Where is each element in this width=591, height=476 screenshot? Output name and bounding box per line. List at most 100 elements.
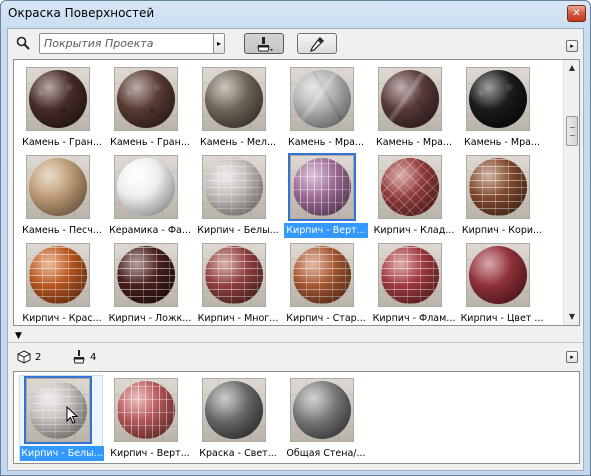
material-tile[interactable]: Камень - Гран... <box>108 67 192 151</box>
material-tile[interactable]: Кирпич - Цвет ... <box>460 243 544 327</box>
preview-border <box>114 155 178 219</box>
cube-icon <box>17 350 31 364</box>
material-label: Камень - Песч... <box>22 225 102 236</box>
material-preview <box>114 67 178 131</box>
scroll-down-arrow[interactable]: ▼ <box>564 309 580 325</box>
material-preview <box>202 378 266 442</box>
scroll-thumb[interactable] <box>566 116 578 146</box>
material-tile[interactable]: Кирпич - Белы... <box>196 155 280 239</box>
toolbar: Покрытия Проекта ▸ ▸ <box>8 29 583 59</box>
preview-border <box>26 243 90 307</box>
scroll-up-arrow[interactable]: ▲ <box>564 60 580 76</box>
material-label: Общая Стена/... <box>286 448 366 459</box>
material-preview <box>26 67 90 131</box>
preview-border <box>290 155 354 219</box>
preview-border <box>378 243 442 307</box>
search-dropdown-button[interactable]: ▸ <box>213 33 225 54</box>
material-label: Камень - Гран... <box>110 137 190 148</box>
material-tile[interactable]: Кирпич - Мног... <box>196 243 280 327</box>
title-bar[interactable]: Окраска Поверхностей ✕ <box>1 1 590 28</box>
material-preview <box>202 155 266 219</box>
material-preview <box>290 243 354 307</box>
material-tile[interactable]: Кирпич - Ложк... <box>108 243 192 327</box>
paint-brush-button[interactable] <box>244 33 284 54</box>
preview-border <box>290 67 354 131</box>
eyedropper-icon <box>310 36 324 52</box>
material-tile[interactable]: Кирпич - Флам... <box>372 243 456 327</box>
material-tile[interactable]: Кирпич - Крас... <box>20 243 104 327</box>
material-preview <box>378 155 442 219</box>
object-count-value: 2 <box>35 351 42 363</box>
material-preview <box>114 378 178 442</box>
project-material-tile[interactable]: Кирпич - Верт... <box>108 378 192 462</box>
material-preview <box>114 155 178 219</box>
material-tile[interactable]: Камень - Мел... <box>196 67 280 151</box>
material-label: Камень - Гран... <box>22 137 102 148</box>
material-preview <box>290 378 354 442</box>
object-count: 2 <box>17 350 41 364</box>
preview-border <box>202 243 266 307</box>
material-preview <box>466 243 530 307</box>
project-material-tile[interactable]: Краска - Свет... <box>196 378 280 462</box>
material-tile[interactable]: Кирпич - Клад... <box>372 155 456 239</box>
divider <box>8 342 583 343</box>
material-tile[interactable]: Керамика - Фа... <box>108 155 192 239</box>
material-preview <box>26 243 90 307</box>
eyedropper-button[interactable] <box>297 33 337 54</box>
material-label: Керамика - Фа... <box>109 225 191 236</box>
preview-border <box>466 67 530 131</box>
preview-border <box>26 155 90 219</box>
material-preview <box>202 67 266 131</box>
project-material-tile[interactable]: Кирпич - Белы... <box>20 376 104 462</box>
material-label: Кирпич - Верт... <box>284 223 368 238</box>
material-label: Кирпич - Белы... <box>197 225 279 236</box>
close-button[interactable]: ✕ <box>567 5 586 22</box>
vertical-scrollbar[interactable]: ▲ ▼ <box>563 60 579 325</box>
material-tile[interactable]: Камень - Мра... <box>284 67 368 151</box>
search-input[interactable]: Покрытия Проекта <box>39 33 215 54</box>
preview-border <box>202 155 266 219</box>
material-preview <box>378 67 442 131</box>
material-label: Камень - Мра... <box>464 137 540 148</box>
material-tile[interactable]: Кирпич - Стар... <box>284 243 368 327</box>
material-preview <box>466 155 530 219</box>
materials-grid-panel: Камень - Гран... Камень - Гран... Камень -… <box>13 59 580 326</box>
material-label: Кирпич - Стар... <box>286 313 366 324</box>
materials-grid: Камень - Гран... Камень - Гран... Камень -… <box>14 60 564 325</box>
material-tile[interactable]: Камень - Мра... <box>372 67 456 151</box>
material-label: Краска - Свет... <box>199 448 277 459</box>
material-tile[interactable]: Камень - Гран... <box>20 67 104 151</box>
bottom-panel-menu-button[interactable]: ▸ <box>566 351 578 363</box>
material-preview <box>378 243 442 307</box>
preview-border <box>114 378 178 442</box>
material-tile[interactable]: Камень - Песч... <box>20 155 104 239</box>
material-tile[interactable]: Кирпич - Кори... <box>460 155 544 239</box>
preview-border <box>290 243 354 307</box>
material-label: Кирпич - Флам... <box>372 313 456 324</box>
top-panel-menu-button[interactable]: ▸ <box>566 40 578 52</box>
material-preview <box>114 243 178 307</box>
project-material-tile[interactable]: Общая Стена/... <box>284 378 368 462</box>
preview-border <box>26 67 90 131</box>
material-tile[interactable]: Кирпич - Верт... <box>284 153 368 239</box>
material-label: Кирпич - Кори... <box>461 225 543 236</box>
preview-border <box>114 67 178 131</box>
preview-border <box>202 378 266 442</box>
material-label: Камень - Мел... <box>199 137 277 148</box>
collapse-toggle[interactable]: ▼ <box>15 331 22 341</box>
material-label: Камень - Мра... <box>376 137 452 148</box>
preview-border <box>466 155 530 219</box>
material-preview <box>466 67 530 131</box>
preview-border <box>114 243 178 307</box>
material-label: Кирпич - Белы... <box>20 446 104 461</box>
material-tile[interactable]: Камень - Мра... <box>460 67 544 151</box>
preview-border <box>202 67 266 131</box>
material-preview <box>26 155 90 219</box>
surface-count-value: 4 <box>90 351 97 363</box>
dialog-content: Покрытия Проекта ▸ ▸ Камень - Гран... Кам <box>7 28 584 471</box>
material-label: Камень - Мра... <box>288 137 364 148</box>
material-label: Кирпич - Крас... <box>22 313 102 324</box>
material-label: Кирпич - Клад... <box>373 225 455 236</box>
preview-border <box>290 378 354 442</box>
project-materials-panel: Кирпич - Белы... Кирпич - Верт... Краска -… <box>13 371 580 464</box>
